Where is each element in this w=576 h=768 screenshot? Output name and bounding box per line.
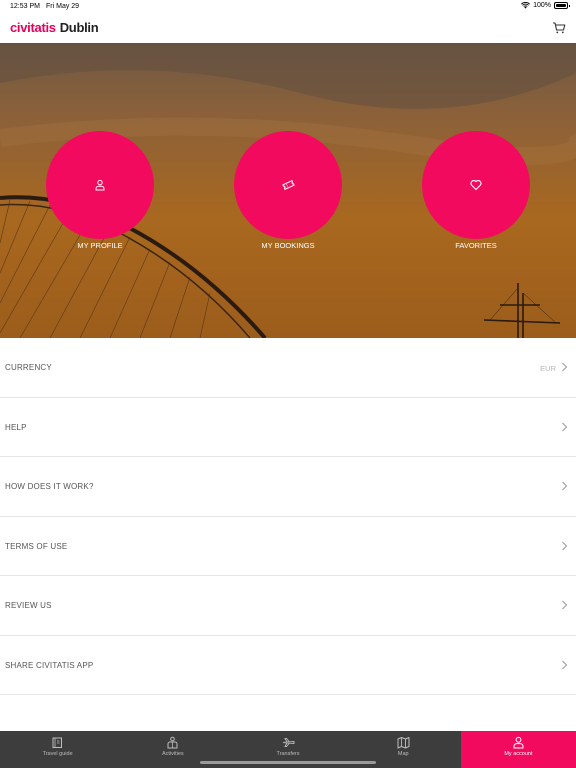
activities-icon [167,736,178,749]
my-bookings-button[interactable] [234,131,342,239]
city-name: Dublin [59,20,99,35]
favorites-label: FAVORITES [455,241,497,250]
map-icon [397,737,410,749]
tab-travel-guide[interactable]: Travel guide [0,731,115,768]
ticket-icon [281,179,295,191]
menu-item-label: CURRENCY [5,363,52,372]
chevron-right-icon [562,362,568,372]
tab-label: Transfers [276,751,300,757]
menu-item-label: HELP [5,422,27,432]
hero-banner: MY PROFILE MY BOOKINGS FAVORITES [0,43,576,338]
tab-label: My account [504,751,533,757]
menu-item-label: SHARE CIVITATIS APP [5,660,94,670]
account-menu: CURRENCY EUR HELP HOW DOES IT WORK? TERM… [0,338,576,695]
menu-item-how-it-works[interactable]: HOW DOES IT WORK? [0,457,576,517]
menu-item-label: TERMS OF USE [5,541,68,551]
wifi-icon [521,2,531,9]
tab-label: Activities [161,751,184,757]
cart-icon[interactable] [552,21,566,35]
my-profile-button[interactable] [46,131,154,239]
home-indicator [200,761,376,764]
menu-item-share-app[interactable]: SHARE CIVITATIS APP [0,635,576,695]
status-time: 12:53 PM [10,3,40,10]
menu-item-help[interactable]: HELP [0,397,576,457]
heart-icon [470,180,482,191]
my-profile-label: MY PROFILE [77,241,123,250]
currency-value: EUR [540,364,556,373]
plane-icon [282,738,294,747]
battery-level [556,4,566,7]
menu-item-currency[interactable]: CURRENCY EUR [0,338,576,398]
battery-percent: 100% [533,2,551,9]
status-bar: 12:53 PM Fri May 29 100% [0,0,576,14]
chevron-right-icon [562,660,568,669]
menu-item-terms-of-use[interactable]: TERMS OF USE [0,516,576,576]
my-bookings-label: MY BOOKINGS [261,241,315,250]
brand-logo: civitatis [10,20,56,35]
chevron-right-icon [562,541,568,550]
user-icon [95,179,105,191]
chevron-right-icon [562,422,568,431]
menu-item-label: REVIEW US [5,601,52,610]
menu-item-review-us[interactable]: REVIEW US [0,576,576,636]
user-icon [513,736,524,749]
battery-icon [554,2,570,9]
guide-book-icon [52,737,63,748]
chevron-right-icon [562,600,568,610]
tab-label: Map [397,751,409,757]
brand-title[interactable]: civitatis Dublin [10,20,99,35]
favorites-button[interactable] [422,131,530,239]
tab-my-account[interactable]: My account [460,731,576,768]
chevron-right-icon [562,481,568,491]
status-indicators: 100% [521,2,570,9]
tab-label: Travel guide [42,751,73,757]
status-date: Fri May 29 [46,3,80,10]
app-header: civitatis Dublin [0,14,576,43]
menu-item-label: HOW DOES IT WORK? [5,482,94,491]
